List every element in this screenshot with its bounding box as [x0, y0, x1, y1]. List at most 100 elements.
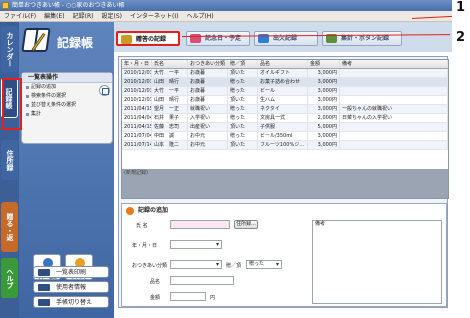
- menu-internet[interactable]: インターネット(I): [126, 11, 182, 21]
- panel-item-label: 並び替え条件の選択: [31, 102, 77, 108]
- cell-category: お歳暮: [188, 96, 228, 104]
- highlight-record-book-tab: [2, 78, 22, 130]
- column-header-amount[interactable]: 金額: [308, 60, 340, 68]
- panel-title: 一覧表操作: [22, 73, 112, 83]
- panel-item-sort-condition[interactable]: 並び替え条件の選択: [22, 101, 112, 110]
- column-header-notes[interactable]: 備考: [340, 60, 448, 68]
- table-row[interactable]: 2011/04/15 佐藤 忠司 出産祝い 頂いた 子供服 5,000円: [122, 123, 448, 132]
- name-input[interactable]: [170, 220, 230, 229]
- cell-date: 2010/12/03: [124, 78, 152, 86]
- cell-name: 山田 晴行: [152, 96, 188, 104]
- cell-give-receive: 頂いた: [228, 96, 258, 104]
- table-row[interactable]: 2011/07/14 山本 隆二 お中元 頂いた フルーツ100%ジ... 3,000円: [122, 141, 448, 150]
- menu-file[interactable]: ファイル(F): [0, 11, 40, 21]
- title-bar: 簡単おつきあい帳 - ○○家のおつきあい帳: [0, 0, 452, 11]
- amount-label: 金額: [150, 295, 161, 301]
- table-row[interactable]: 2010/12/03 大竹 一平 お歳暮 贈った ビール 3,000円: [122, 87, 448, 96]
- cell-notes: [340, 141, 448, 149]
- cell-category: 出産祝い: [188, 123, 228, 131]
- table-row[interactable]: 2010/12/03 山田 晴行 お歳暮 頂いた 生ハム 3,000円: [122, 96, 448, 105]
- notes-label: 備考: [315, 221, 326, 227]
- table-row[interactable]: 2010/12/03 大竹 一平 お歳暮 頂いた オイルギフト 3,000円: [122, 69, 448, 78]
- cell-category: お中元: [188, 141, 228, 149]
- cell-amount: 3,000円: [308, 69, 340, 77]
- cell-name: 大竹 一平: [152, 69, 188, 77]
- vtab-help[interactable]: ヘルプ: [1, 258, 18, 298]
- cell-give-receive: 頂いた: [228, 123, 258, 131]
- tab-summary[interactable]: 集計・ボタン記録: [322, 31, 402, 46]
- panel-item-label: 集計: [31, 111, 42, 117]
- cell-amount: 2,000円: [308, 114, 340, 122]
- gift-record-table: 年・月・日 氏名 おつきあい分類 贈／頂 品名 金額 備考 2010/12/03…: [121, 59, 449, 199]
- menu-edit[interactable]: 編集(E): [40, 11, 68, 21]
- vtab-calendar[interactable]: カレンダー: [1, 26, 18, 72]
- item-label: 品名: [150, 279, 161, 285]
- table-header: 年・月・日 氏名 おつきあい分類 贈／頂 品名 金額 備考: [122, 60, 448, 69]
- table-empty-area: (新規記録): [122, 169, 448, 198]
- cell-name: 石井 果子: [152, 114, 188, 122]
- pencil-icon: [126, 207, 134, 215]
- cell-give-receive: 頂いた: [228, 69, 258, 77]
- print-list-button[interactable]: 一覧表印刷: [33, 266, 109, 278]
- cell-name: 中田 誠: [152, 132, 188, 140]
- address-book-button[interactable]: 住所録...: [234, 220, 258, 229]
- tab-label: 集計・ボタン記録: [341, 35, 390, 42]
- cell-item: お菓子詰め合わせ: [258, 78, 308, 86]
- cell-amount: 5,000円: [308, 123, 340, 131]
- switch-notebook-button[interactable]: 手帳切り替え: [33, 296, 109, 308]
- panel-item-search-condition[interactable]: 検索条件の選択: [22, 92, 112, 101]
- cell-category: お歳暮: [188, 87, 228, 95]
- cell-notes: [340, 132, 448, 140]
- cell-give-receive: 贈った: [228, 87, 258, 95]
- tab-anniversaries[interactable]: 記念日・予定: [186, 31, 250, 46]
- cell-date: 2010/12/03: [124, 69, 152, 77]
- cell-give-receive: 頂いた: [228, 141, 258, 149]
- cell-amount: 3,000円: [308, 78, 340, 86]
- category-select[interactable]: [170, 260, 222, 269]
- cell-name: 山田 晴行: [152, 78, 188, 86]
- cell-amount: 3,000円: [308, 87, 340, 95]
- table-row[interactable]: 2011/07/04 中田 誠お中元 贈った ビール/350ml 3,000円: [122, 132, 448, 141]
- table-row[interactable]: 2011/04/04 石井 果子 入学祝い 贈った 文房具一式 2,000円 日菜ちゃんの入…: [122, 114, 448, 123]
- menu-record[interactable]: 記録(R): [69, 11, 98, 21]
- cell-date: 2010/12/03: [124, 87, 152, 95]
- sidebar-title: 記録帳: [57, 36, 94, 50]
- column-header-item[interactable]: 品名: [258, 60, 308, 68]
- date-picker[interactable]: [170, 240, 222, 249]
- tab-gift-records[interactable]: 贈答の記録: [116, 31, 180, 46]
- table-row[interactable]: 2010/12/03 山田 晴行 お歳暮 贈った お菓子詰め合わせ 3,000円: [122, 78, 448, 87]
- user-info-button[interactable]: 使用者情報: [33, 281, 109, 293]
- menu-help[interactable]: ヘルプ(H): [182, 11, 217, 21]
- menu-settings[interactable]: 設定(S): [97, 11, 126, 21]
- new-record-row[interactable]: (新規記録): [124, 169, 148, 178]
- column-header-name[interactable]: 氏名: [152, 60, 188, 68]
- cell-item: ビール: [258, 87, 308, 95]
- give-receive-select[interactable]: 贈った: [246, 260, 282, 269]
- switch-notebook-label: 手帳切り替え: [56, 299, 93, 306]
- panel-item-totals[interactable]: 集計: [22, 110, 112, 119]
- cell-category: お歳暮: [188, 69, 228, 77]
- cell-item: ネクタイ: [258, 105, 308, 113]
- gift-icon: [121, 35, 132, 44]
- amount-input[interactable]: [170, 292, 206, 301]
- column-header-category[interactable]: おつきあい分類: [188, 60, 228, 68]
- column-header-give-receive[interactable]: 贈／頂: [228, 60, 258, 68]
- date-label: 年・月・日: [132, 243, 158, 249]
- table-row[interactable]: 2011/04/15 望月 一正 就職祝い 贈った ネクタイ 3,000円 一般ちゃんの就職…: [122, 105, 448, 114]
- notes-input[interactable]: 備考: [312, 220, 442, 304]
- tab-attendance[interactable]: 出欠記録: [254, 31, 318, 46]
- form-title-label: 記録の追加: [138, 207, 169, 214]
- cell-give-receive: 贈った: [228, 105, 258, 113]
- item-input[interactable]: [170, 276, 234, 285]
- column-header-date[interactable]: 年・月・日: [122, 60, 152, 68]
- give-receive-label: 贈／頂: [226, 263, 242, 269]
- vtab-gift-return[interactable]: 贈る・返: [1, 202, 18, 252]
- form-title: 記録の追加: [124, 206, 168, 216]
- notebook-icon: [38, 299, 50, 306]
- book-icon: [21, 28, 51, 52]
- cell-give-receive: 贈った: [228, 78, 258, 86]
- give-receive-value: 贈った: [249, 261, 265, 267]
- panel-item-add-record[interactable]: 記録の追加: [22, 83, 112, 92]
- panel-item-label: 記録の追加: [31, 84, 57, 90]
- vtab-address-book[interactable]: 住所録: [1, 140, 18, 180]
